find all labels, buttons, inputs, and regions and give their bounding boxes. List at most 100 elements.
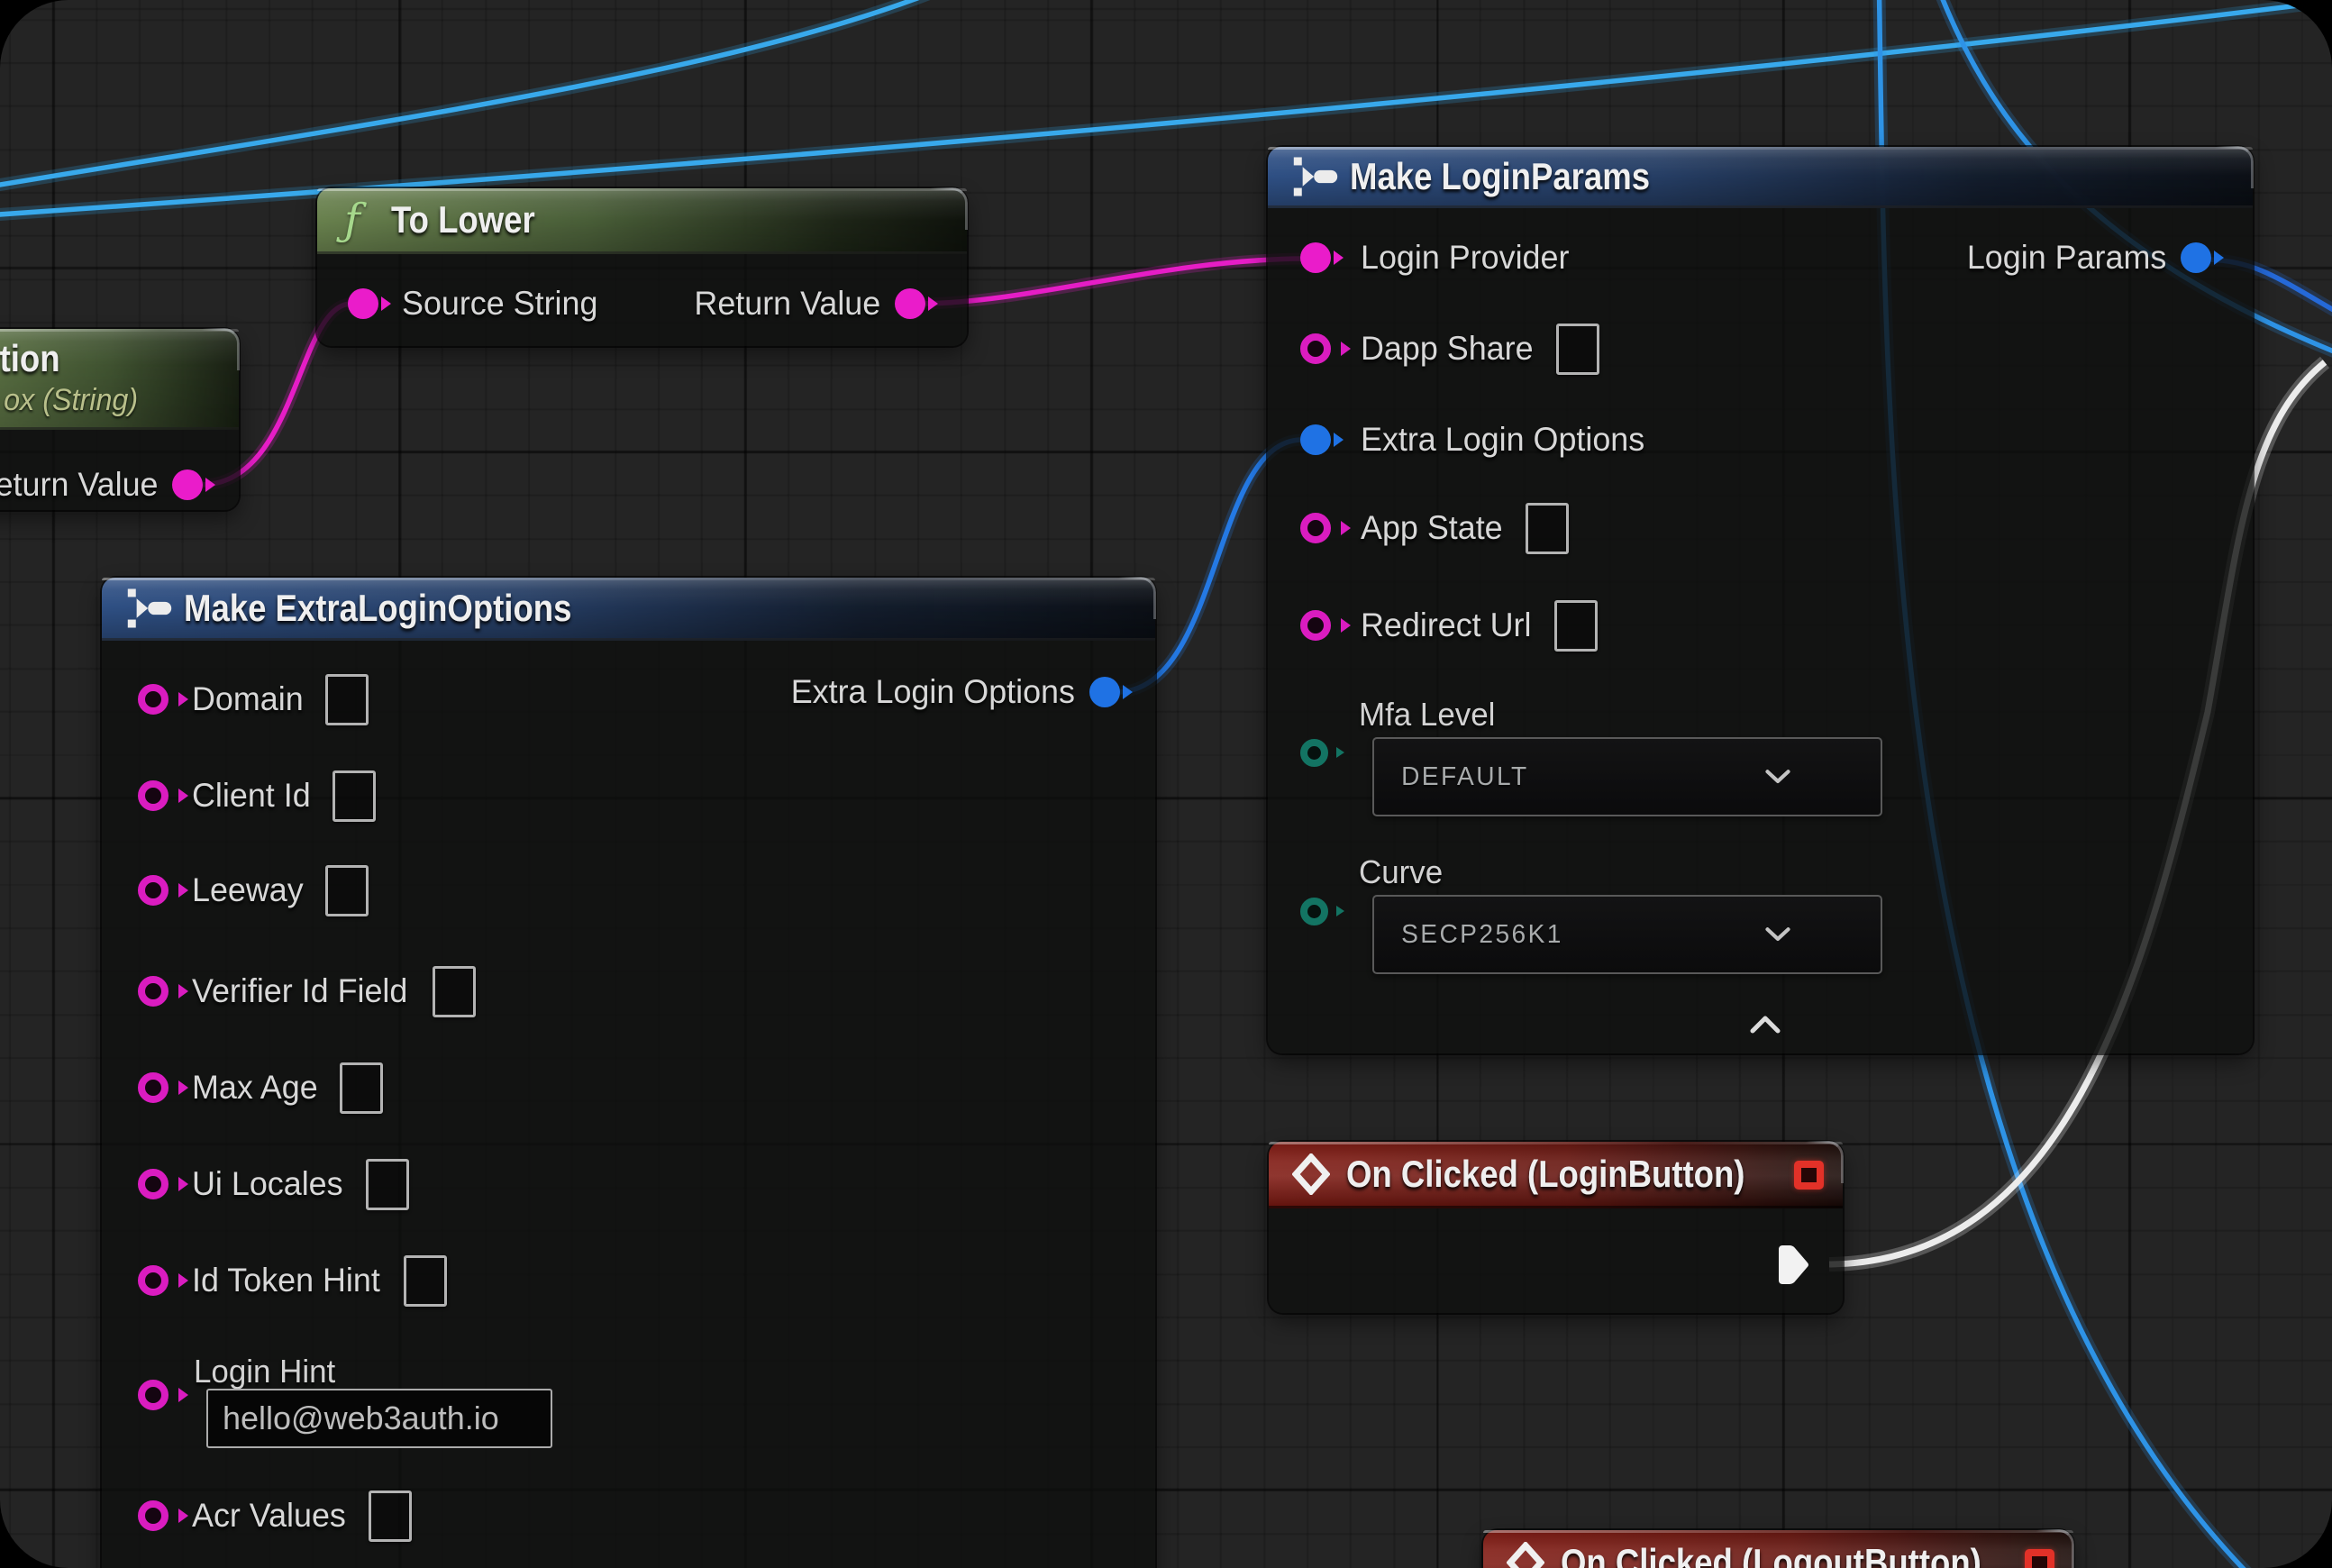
node-make-login-params[interactable]: Make LoginParams Login Provider Dapp Sha…	[1268, 147, 2253, 1053]
pin-extra-login-options-out[interactable]	[1089, 677, 1120, 707]
checkbox-client-id[interactable]	[332, 770, 376, 822]
node-on-clicked-login[interactable]: On Clicked (LoginButton)	[1269, 1142, 1843, 1313]
pin-row	[1300, 886, 1328, 936]
checkbox-domain[interactable]	[325, 674, 369, 725]
pin-label-extra-login-options-in: Extra Login Options	[1361, 421, 1644, 459]
node-ocl-title: On Clicked (LoginButton)	[1346, 1153, 1744, 1196]
checkbox-max-age[interactable]	[340, 1062, 383, 1114]
pin-verifier-id-field[interactable]	[138, 976, 169, 1007]
pin-label-domain: Domain	[192, 680, 304, 718]
pin-return-value[interactable]	[895, 288, 925, 319]
wire-string-2[interactable]	[923, 259, 1305, 304]
pin-mfa-level[interactable]	[1300, 739, 1328, 767]
node-header[interactable]: Make LoginParams	[1268, 147, 2253, 208]
pin-ui-locales[interactable]	[138, 1169, 169, 1199]
delegate-pin[interactable]	[2025, 1549, 2054, 1568]
pin-label-verifier-id-field: Verifier Id Field	[192, 972, 407, 1010]
mfa-level-dropdown[interactable]: DEFAULT	[1372, 737, 1882, 816]
blueprint-editor-screenshot: tion ox (String) eturn Value ƒ To Lower …	[0, 0, 2332, 1568]
pin-row	[1300, 727, 1328, 778]
node-oclo-title: On Clicked (LogoutButton)	[1561, 1541, 1981, 1568]
pin-id-token-hint[interactable]	[138, 1265, 169, 1296]
checkbox-redirect-url[interactable]	[1554, 600, 1598, 652]
pin-label-redirect-url: Redirect Url	[1361, 606, 1531, 644]
pin-max-age[interactable]	[138, 1072, 169, 1103]
pin-row	[138, 1370, 169, 1420]
curve-value: SECP256K1	[1374, 920, 1563, 950]
pin-client-id[interactable]	[138, 780, 169, 811]
node-on-clicked-logout[interactable]: On Clicked (LogoutButton)	[1483, 1530, 2073, 1568]
checkbox-dapp-share[interactable]	[1556, 324, 1599, 375]
pin-label-id-token-hint: Id Token Hint	[192, 1262, 380, 1299]
pin-row: Dapp Share	[1300, 324, 1599, 374]
pin-label-return-value-partial: eturn Value	[0, 466, 158, 504]
delegate-pin[interactable]	[1794, 1161, 1824, 1190]
pin-row: Login Provider	[1300, 232, 1576, 283]
pin-domain[interactable]	[138, 684, 169, 715]
pin-row: Ui Locales	[138, 1159, 409, 1209]
pin-leeway[interactable]	[138, 875, 169, 906]
checkbox-app-state[interactable]	[1526, 503, 1569, 554]
node-header[interactable]: Make ExtraLoginOptions	[102, 578, 1155, 641]
collapse-arrow-icon[interactable]	[1749, 1014, 1781, 1035]
pin-row: Extra Login Options	[1300, 415, 1653, 465]
pin-label-source-string: Source String	[402, 285, 597, 323]
pin-row: Max Age	[138, 1062, 383, 1113]
checkbox-id-token-hint[interactable]	[404, 1255, 447, 1307]
checkbox-ui-locales[interactable]	[366, 1159, 409, 1210]
node-header[interactable]: ƒ To Lower	[317, 188, 967, 254]
pin-return-value-partial[interactable]	[172, 469, 203, 500]
pin-login-provider[interactable]	[1300, 242, 1331, 273]
pin-row: Source String	[348, 278, 604, 329]
curve-dropdown[interactable]: SECP256K1	[1372, 895, 1882, 974]
exec-pin-out[interactable]	[1777, 1244, 1809, 1285]
pin-redirect-url[interactable]	[1300, 610, 1331, 641]
function-icon: ƒ	[344, 198, 360, 242]
checkbox-verifier-id-field[interactable]	[433, 966, 476, 1017]
pin-label-ui-locales: Ui Locales	[192, 1165, 343, 1203]
pin-label-max-age: Max Age	[192, 1069, 318, 1107]
pin-label-app-state: App State	[1361, 509, 1503, 547]
pin-dapp-share[interactable]	[1300, 333, 1331, 364]
node-mlp-title: Make LoginParams	[1350, 155, 1650, 198]
login-hint-input[interactable]: hello@web3auth.io	[206, 1389, 552, 1448]
pin-curve[interactable]	[1300, 898, 1328, 925]
node-header[interactable]: On Clicked (LoginButton)	[1269, 1142, 1843, 1208]
pin-source-string[interactable]	[348, 288, 378, 319]
pin-label-leeway: Leeway	[192, 871, 304, 909]
pin-login-hint[interactable]	[138, 1380, 169, 1410]
blueprint-graph-canvas[interactable]: tion ox (String) eturn Value ƒ To Lower …	[0, 0, 2332, 1568]
pin-row: Id Token Hint	[138, 1255, 447, 1306]
node-header[interactable]: tion ox (String)	[0, 329, 239, 430]
node-get-text-title: tion	[0, 339, 60, 378]
chevron-down-icon	[1765, 769, 1790, 786]
checkbox-acr-values[interactable]	[369, 1491, 412, 1542]
pin-label-login-params-out: Login Params	[1967, 239, 2166, 277]
node-get-text-subtitle: ox (String)	[0, 382, 138, 418]
pin-row: Login Params	[1961, 232, 2211, 283]
event-icon	[1507, 1542, 1544, 1568]
pin-extra-login-options-in[interactable]	[1300, 424, 1331, 455]
pin-label-return-value: Return Value	[694, 285, 880, 323]
node-get-text[interactable]: tion ox (String) eturn Value	[0, 329, 239, 510]
wire-cyan-steep[interactable]	[0, 0, 1005, 189]
pin-label-dapp-share: Dapp Share	[1361, 330, 1534, 368]
checkbox-leeway[interactable]	[325, 865, 369, 916]
pin-row: Verifier Id Field	[138, 966, 476, 1016]
pin-acr-values[interactable]	[138, 1500, 169, 1531]
make-struct-icon	[126, 586, 173, 631]
pin-app-state[interactable]	[1300, 513, 1331, 543]
pin-row: Client Id	[138, 770, 376, 821]
pin-label-acr-values: Acr Values	[192, 1497, 346, 1535]
node-make-extra-login-options[interactable]: Make ExtraLoginOptions Domain Client Id …	[102, 578, 1155, 1568]
pin-row: Acr Values	[138, 1491, 412, 1541]
node-header[interactable]: On Clicked (LogoutButton)	[1483, 1530, 2073, 1568]
pin-login-params-out[interactable]	[2181, 242, 2211, 273]
pin-row: Redirect Url	[1300, 600, 1598, 651]
pin-label-extra-login-options-out: Extra Login Options	[791, 673, 1075, 711]
make-struct-icon	[1292, 154, 1339, 199]
pin-label-mfa-level: Mfa Level	[1359, 696, 1495, 734]
node-to-lower[interactable]: ƒ To Lower Source String Return Value	[317, 188, 967, 346]
pin-label-curve: Curve	[1359, 853, 1443, 891]
pin-row: eturn Value	[0, 460, 203, 510]
